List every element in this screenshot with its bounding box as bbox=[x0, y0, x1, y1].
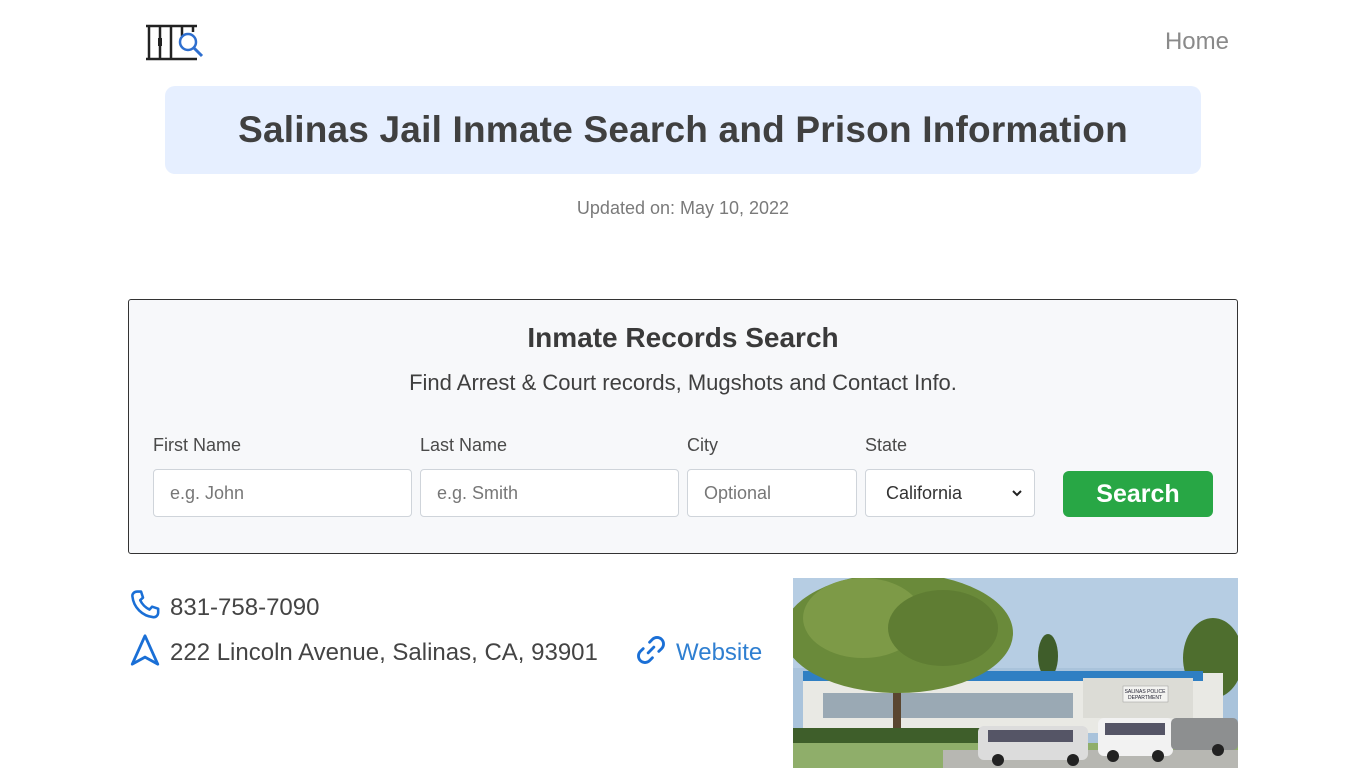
phone-row: 831-758-7090 bbox=[128, 588, 319, 627]
search-subtitle: Find Arrest & Court records, Mugshots an… bbox=[409, 370, 957, 395]
nav-home-link[interactable]: Home bbox=[1165, 28, 1229, 56]
last-name-label: Last Name bbox=[420, 435, 508, 455]
page-title: Salinas Jail Inmate Search and Prison In… bbox=[238, 109, 1128, 150]
jail-building-photo: SALINAS POLICE DEPARTMENT bbox=[793, 578, 1238, 768]
search-title: Inmate Records Search bbox=[527, 322, 839, 353]
phone-number[interactable]: 831-758-7090 bbox=[170, 594, 319, 622]
website-link[interactable]: Website bbox=[676, 639, 762, 667]
first-name-label: First Name bbox=[153, 435, 242, 455]
link-icon bbox=[634, 633, 668, 672]
state-select[interactable]: California bbox=[865, 469, 1035, 517]
state-label: State bbox=[865, 435, 908, 455]
city-label: City bbox=[687, 435, 718, 455]
chevron-down-icon bbox=[1012, 486, 1022, 500]
address-text: 222 Lincoln Avenue, Salinas, CA, 93901 bbox=[170, 638, 598, 666]
inmate-search-panel: Inmate Records Search Find Arrest & Cour… bbox=[128, 299, 1238, 554]
address-row: 222 Lincoln Avenue, Salinas, CA, 93901 bbox=[128, 633, 598, 672]
updated-date: Updated on: May 10, 2022 bbox=[576, 198, 790, 218]
first-name-input[interactable] bbox=[153, 469, 412, 517]
website-row[interactable]: Website bbox=[634, 633, 762, 672]
title-banner: Salinas Jail Inmate Search and Prison In… bbox=[165, 86, 1201, 174]
search-button[interactable]: Search bbox=[1063, 471, 1213, 517]
city-input[interactable] bbox=[687, 469, 857, 517]
site-logo-icon[interactable] bbox=[145, 22, 205, 62]
svg-text:DEPARTMENT: DEPARTMENT bbox=[1128, 695, 1162, 701]
phone-icon bbox=[128, 588, 162, 627]
navigation-arrow-icon bbox=[128, 633, 162, 672]
state-select-value: California bbox=[886, 482, 963, 503]
last-name-input[interactable] bbox=[420, 469, 679, 517]
